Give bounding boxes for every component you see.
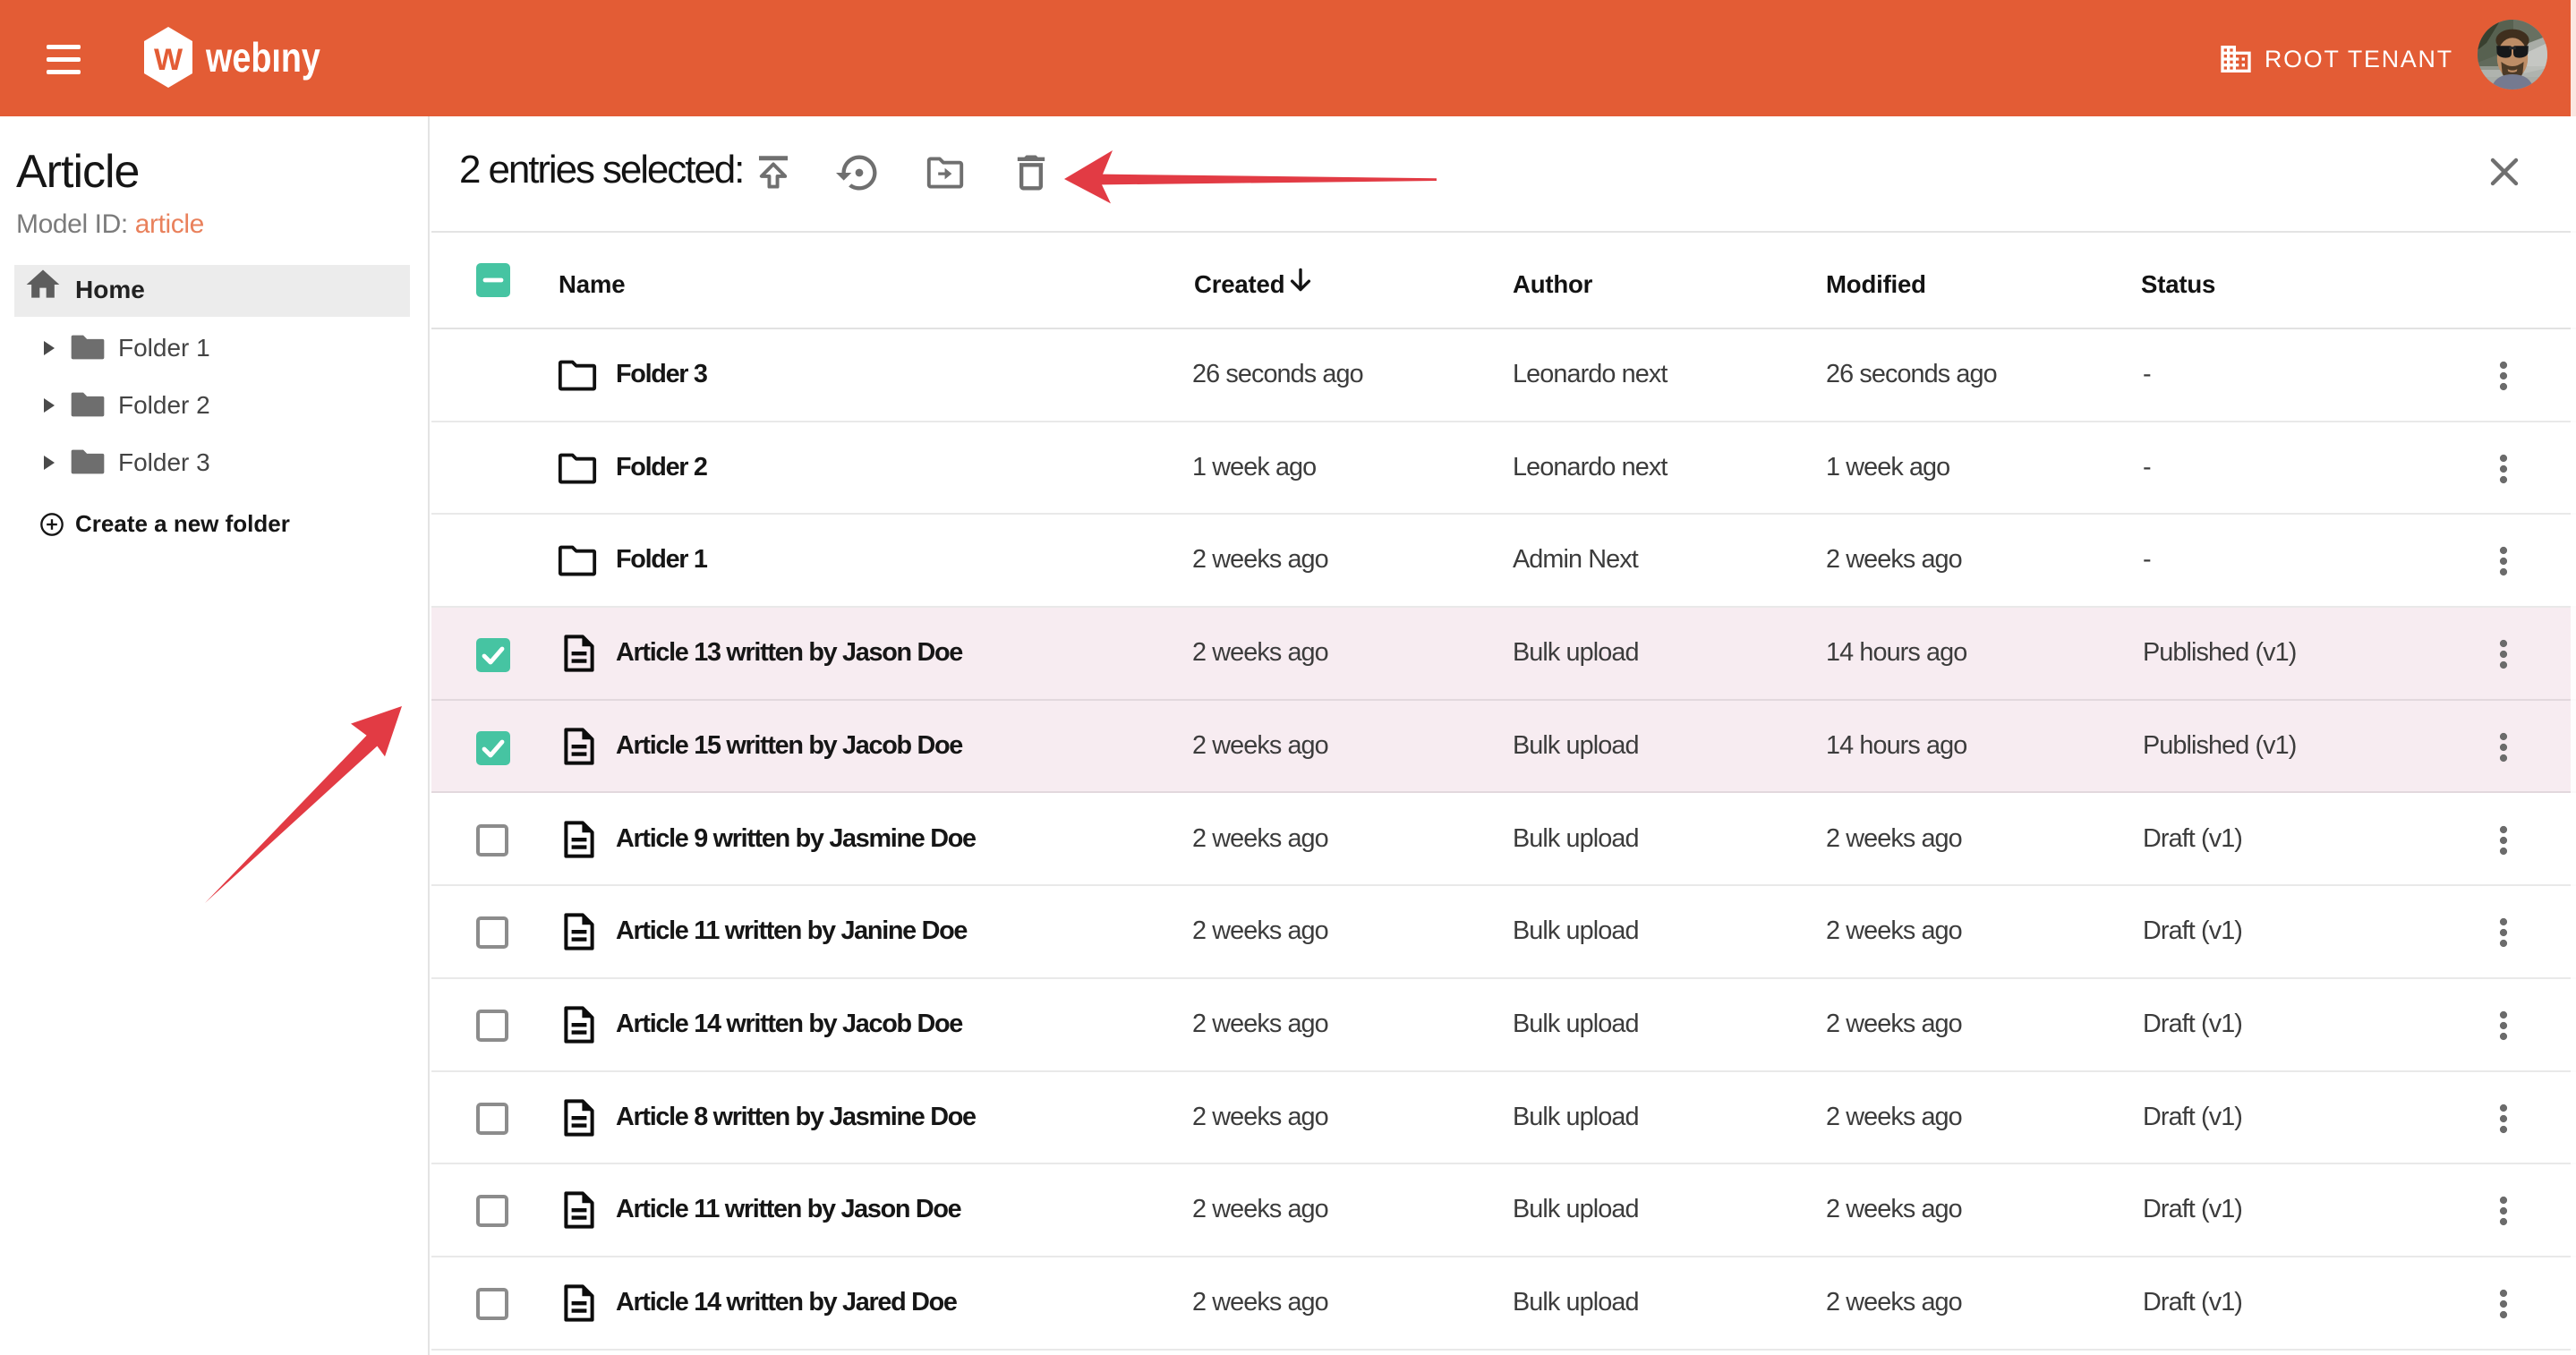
svg-text:W: W [154, 43, 183, 77]
